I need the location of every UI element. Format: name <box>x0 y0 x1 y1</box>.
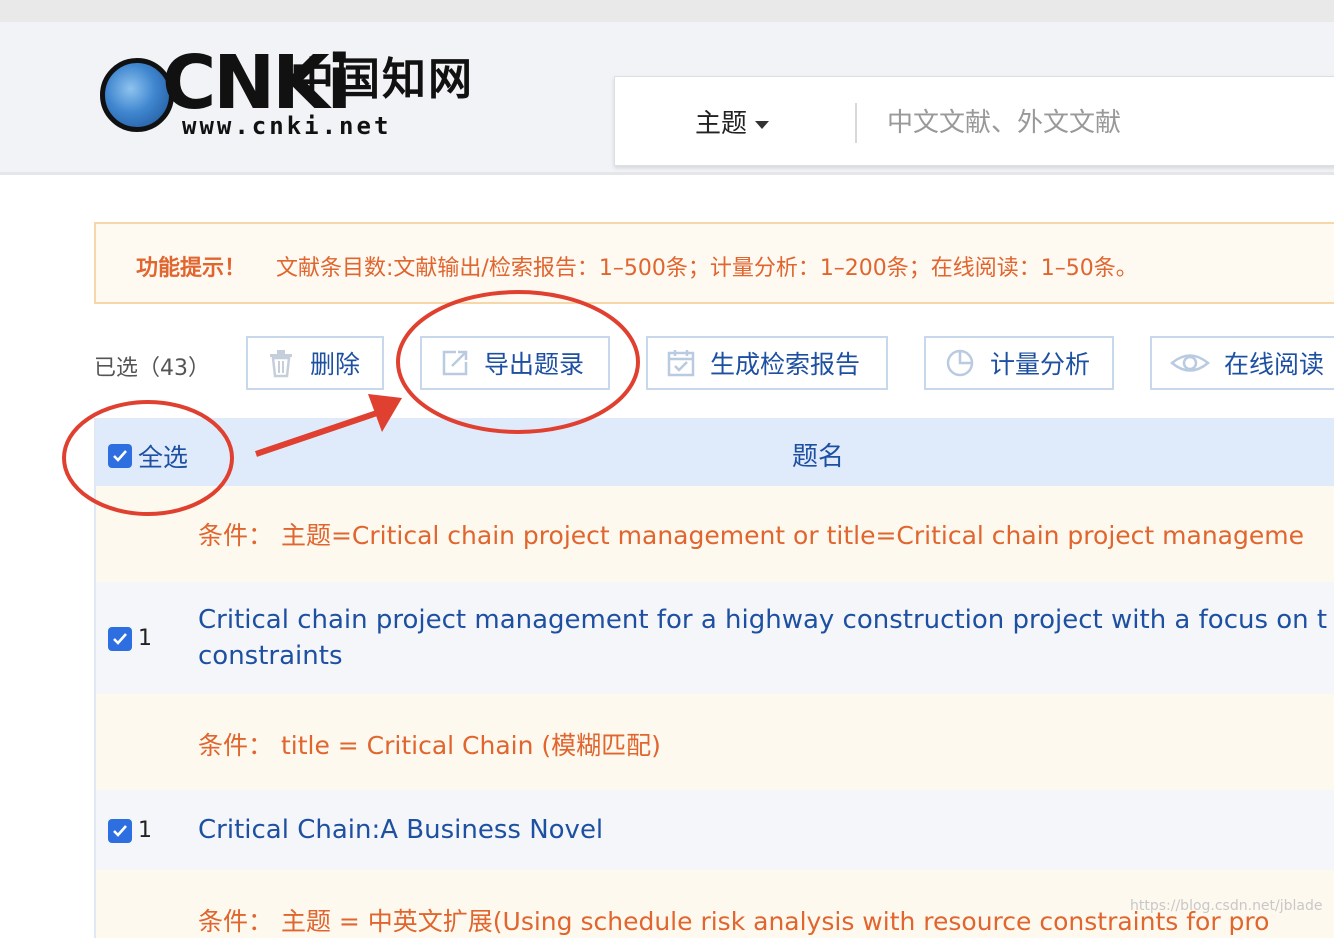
checkbox-checked-icon <box>108 444 132 468</box>
result-row: 1 Critical Chain:A Business Novel <box>96 790 1334 870</box>
export-records-button[interactable]: 导出题录 <box>420 336 610 390</box>
condition-text: 条件： 主题 = 中英文扩展(Using schedule risk analy… <box>198 907 1270 936</box>
search-field-dropdown[interactable]: 主题 <box>695 103 770 140</box>
caret-down-icon <box>755 120 770 129</box>
result-title-link[interactable]: Critical Chain:A Business Novel <box>198 812 603 848</box>
condition-text: 条件： 主题=Critical chain project management… <box>198 521 1304 550</box>
row-checkbox[interactable]: 1 <box>108 818 152 843</box>
checkbox-checked-icon <box>108 818 132 843</box>
search-input[interactable] <box>885 97 1319 149</box>
quantitative-analysis-button[interactable]: 计量分析 <box>924 336 1114 390</box>
watermark: https://blog.csdn.net/jblade <box>1130 898 1323 914</box>
export-records-label: 导出题录 <box>484 350 585 379</box>
function-tip-box: 功能提示！ 文献条目数:文献输出/检索报告：1–500条；计量分析：1–200条… <box>94 222 1334 304</box>
table-header: 全选 题名 <box>96 418 1334 486</box>
site-header: CNKi 中国知网 www.cnki.net 主题 <box>0 22 1334 175</box>
row-number: 1 <box>138 626 152 651</box>
eye-icon <box>1170 354 1210 372</box>
title-column-header: 题名 <box>792 442 845 472</box>
logo-chinese-name: 中国知网 <box>290 54 474 105</box>
condition-row: 条件： title = Critical Chain (模糊匹配) <box>96 694 1334 790</box>
logo-url: www.cnki.net <box>182 112 392 140</box>
select-all-label: 全选 <box>138 443 189 472</box>
search-field-label: 主题 <box>695 109 748 139</box>
quantitative-analysis-label: 计量分析 <box>990 350 1091 379</box>
row-checkbox[interactable]: 1 <box>108 626 152 651</box>
tip-text: 文献条目数:文献输出/检索报告：1–500条；计量分析：1–200条；在线阅读：… <box>276 256 1138 281</box>
online-reading-button[interactable]: 在线阅读 <box>1150 336 1334 390</box>
cnki-logo[interactable]: CNKi 中国知网 www.cnki.net <box>100 46 480 162</box>
delete-button[interactable]: 删除 <box>246 336 384 390</box>
search-box: 主题 <box>614 76 1334 166</box>
export-icon <box>442 350 468 376</box>
trash-icon <box>270 350 292 378</box>
pie-chart-icon <box>946 349 974 377</box>
report-icon <box>667 350 695 377</box>
select-all-checkbox[interactable]: 全选 <box>108 438 188 474</box>
row-number: 1 <box>138 818 152 843</box>
generate-report-button[interactable]: 生成检索报告 <box>646 336 888 390</box>
online-reading-label: 在线阅读 <box>1224 350 1325 379</box>
result-title-link[interactable]: Critical chain project management for a … <box>198 602 1334 674</box>
result-row: 1 Critical chain project management for … <box>96 582 1334 694</box>
tip-label: 功能提示！ <box>136 256 247 281</box>
generate-report-label: 生成检索报告 <box>710 350 861 379</box>
condition-text: 条件： title = Critical Chain (模糊匹配) <box>198 731 661 760</box>
search-divider <box>855 103 857 143</box>
checkbox-checked-icon <box>108 626 132 651</box>
condition-row: 条件： 主题=Critical chain project management… <box>96 486 1334 582</box>
window-top-strip <box>0 0 1334 22</box>
selected-count: 已选（43） <box>94 356 210 381</box>
delete-button-label: 删除 <box>310 350 361 379</box>
results-table: 全选 题名 条件： 主题=Critical chain project mana… <box>94 418 1334 938</box>
